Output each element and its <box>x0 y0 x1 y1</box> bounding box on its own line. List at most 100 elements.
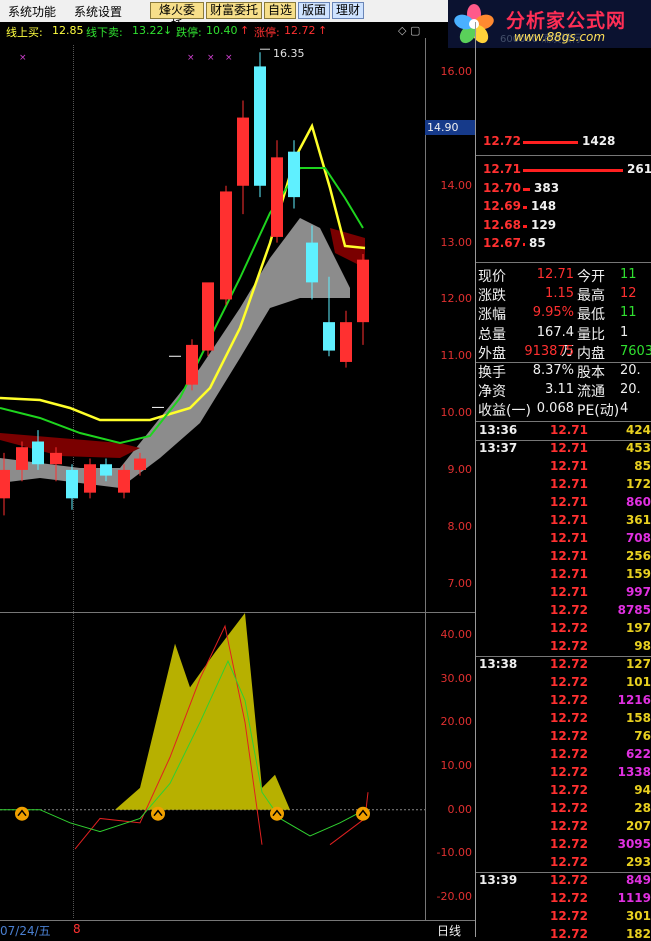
order-volume-bar <box>523 141 578 144</box>
stat-label: 量比 <box>577 326 605 343</box>
candle-body[interactable] <box>186 344 198 385</box>
tick-volume: 301 <box>625 909 651 923</box>
finance-button[interactable]: 理财 <box>332 2 364 19</box>
brand-url: www.88gs.com <box>514 30 606 44</box>
candle-body[interactable] <box>271 157 283 237</box>
limit-up-value: 12.72 <box>284 24 316 37</box>
tick-volume: 28 <box>634 801 651 815</box>
date-label: 07/24/五 <box>0 924 51 938</box>
candle-body[interactable] <box>66 469 78 499</box>
candle-body[interactable] <box>84 464 96 493</box>
watchlist-button[interactable]: 自选 <box>264 2 296 19</box>
tick-volume: 98 <box>634 639 651 653</box>
price-tick-label: 8.00 <box>447 519 473 533</box>
candle-body[interactable] <box>0 469 10 499</box>
price-tick-label: 11.00 <box>440 349 473 363</box>
tick-price: 12.71 <box>550 513 588 527</box>
tick-volume: 1338 <box>617 765 651 779</box>
period-label[interactable]: 日线 <box>437 922 461 939</box>
stat-value: 3.11 <box>545 382 574 398</box>
price-tick-label: 10.00 <box>440 406 473 420</box>
candle-body[interactable] <box>288 151 300 198</box>
signal-mark: × <box>207 53 215 63</box>
tick-price: 12.72 <box>550 657 588 671</box>
tick-price: 12.72 <box>550 603 588 617</box>
candle-body[interactable] <box>220 191 232 300</box>
order-volume-bar <box>523 187 530 191</box>
brand-logo: 分析家公式网 600000 浦发银行 www.88gs.com <box>448 0 651 48</box>
tick-volume: 849 <box>625 873 651 887</box>
tick-volume: 76 <box>634 729 651 743</box>
stat-value: 12.71 <box>536 267 574 282</box>
stat-value: 913875 <box>524 343 574 359</box>
candle-body[interactable] <box>340 322 352 362</box>
stat-label: 流通 <box>577 384 605 401</box>
buy-signal-icon[interactable] <box>270 806 284 821</box>
osc-tick-label: -10.00 <box>436 846 472 860</box>
buy-signal-icon[interactable] <box>151 806 165 821</box>
menu-system-settings[interactable]: 系统设置 <box>74 3 122 20</box>
candlestick-chart[interactable]: 16.35 × × × × <box>0 38 425 612</box>
stat-label: 涨幅 <box>478 307 506 324</box>
tick-price: 12.72 <box>550 783 588 797</box>
stat-value: 1.15 <box>545 286 574 302</box>
buy-line-value: 12.85 <box>52 24 84 37</box>
candle-body[interactable] <box>323 322 335 351</box>
candle-body[interactable] <box>32 441 44 465</box>
tick-price: 12.72 <box>550 909 588 923</box>
buy-signal-icon[interactable] <box>356 806 370 821</box>
fenghuo-order-button[interactable]: 烽火委托 <box>150 2 204 32</box>
price-tick-label: 7.00 <box>447 576 473 590</box>
order-price: 12.67 <box>483 236 521 250</box>
candle-body[interactable] <box>100 464 112 476</box>
peak-label: 16.35 <box>273 47 305 60</box>
up-arrow-icon: ↑ <box>240 24 250 37</box>
oscillator-chart[interactable] <box>0 613 425 919</box>
candle-body[interactable] <box>306 242 318 283</box>
tick-price: 12.71 <box>550 549 588 563</box>
order-volume: 85 <box>529 236 546 250</box>
order-volume: 1428 <box>582 134 616 148</box>
order-volume: 148 <box>531 199 557 213</box>
stat-label: 外盘 <box>478 345 506 362</box>
tick-price: 12.71 <box>550 495 588 509</box>
stat-label: 涨跌 <box>478 288 506 305</box>
stat-label: 现价 <box>478 269 506 285</box>
current-price-tag: 14.90 <box>425 120 475 135</box>
tick-volume: 182 <box>625 927 651 941</box>
stat-label: 最高 <box>577 288 605 305</box>
stat-label: 总量 <box>478 326 506 343</box>
candle-body[interactable] <box>357 259 369 323</box>
ob-divider <box>476 262 651 263</box>
stat-value: 11 <box>620 305 637 321</box>
tick-price: 12.71 <box>550 459 588 473</box>
candle-body[interactable] <box>254 66 266 186</box>
candle-body[interactable] <box>50 452 62 465</box>
tick-price: 12.71 <box>550 531 588 545</box>
tick-price: 12.72 <box>550 621 588 635</box>
stat-value: 20. <box>620 363 641 378</box>
candle-body[interactable] <box>16 447 28 470</box>
osc-tick-label: -20.00 <box>436 890 472 904</box>
tick-price: 12.72 <box>550 711 588 725</box>
tick-volume: 172 <box>625 477 651 491</box>
tick-price: 12.71 <box>550 567 588 581</box>
tick-volume: 1216 <box>617 693 651 707</box>
candle-body[interactable] <box>202 282 214 351</box>
tick-volume: 293 <box>625 855 651 869</box>
caifu-order-button[interactable]: 财富委托 <box>206 2 262 19</box>
candle-body[interactable] <box>118 469 130 493</box>
stat-value: 9.95% <box>532 305 574 321</box>
stats-divider <box>476 362 651 363</box>
candle-body[interactable] <box>237 117 249 186</box>
window-control-icons[interactable]: ◇ ▢ <box>398 24 420 37</box>
buy-signal-icon[interactable] <box>15 806 29 821</box>
tick-volume: 3095 <box>617 837 651 851</box>
menu-system-functions[interactable]: 系统功能 <box>8 3 56 20</box>
order-volume: 2618 <box>627 162 651 176</box>
osc-tick-label: 10.00 <box>440 759 473 772</box>
candle-body[interactable] <box>134 458 146 470</box>
ob-divider <box>476 155 651 156</box>
layout-button[interactable]: 版面 <box>298 2 330 19</box>
tick-volume: 127 <box>625 657 651 671</box>
